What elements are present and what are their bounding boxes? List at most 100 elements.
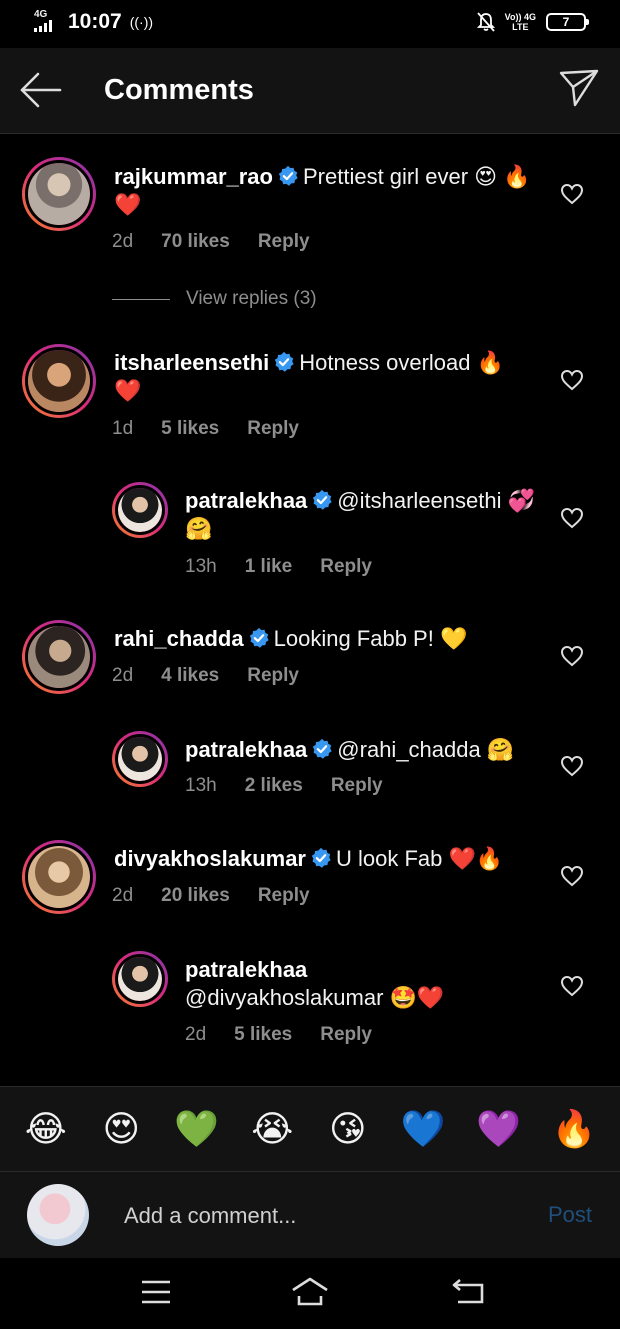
verified-badge-icon: [275, 351, 294, 372]
reply-button[interactable]: Reply: [331, 775, 383, 797]
heart-icon[interactable]: [560, 865, 584, 887]
comment-username[interactable]: patralekhaa: [185, 957, 307, 982]
clock: 10:07: [68, 10, 122, 33]
comment-username[interactable]: patralekhaa: [185, 488, 307, 513]
comment-likes[interactable]: 5 likes: [161, 418, 219, 440]
comment-time: 2d: [112, 665, 134, 686]
heart-icon[interactable]: [560, 645, 584, 667]
heart-icon[interactable]: [560, 507, 584, 529]
comment-time: 2d: [185, 1024, 207, 1045]
volte-line-1: Vo)) 4G: [504, 12, 536, 22]
menu-icon[interactable]: [136, 1276, 176, 1308]
comment-username[interactable]: patralekhaa: [185, 737, 307, 762]
avatar[interactable]: [112, 951, 168, 1007]
comment-username[interactable]: divyakhoslakumar: [114, 846, 306, 871]
avatar[interactable]: [22, 344, 96, 418]
volte-line-2: LTE: [512, 22, 529, 32]
home-icon[interactable]: [290, 1276, 330, 1308]
emoji-purple-heart[interactable]: 💜: [476, 1109, 522, 1149]
comment-username[interactable]: rahi_chadda: [114, 626, 244, 651]
view-replies-button[interactable]: View replies (3): [112, 288, 317, 310]
comment-text: @divyakhoslakumar 🤩❤️: [185, 985, 445, 1010]
reply-button[interactable]: Reply: [320, 556, 372, 578]
battery-icon: 7: [546, 13, 589, 31]
avatar[interactable]: [22, 157, 96, 231]
system-nav-bar: [0, 1258, 620, 1329]
comment-text-block: rajkummar_rao Prettiest girl ever 😍 🔥❤️: [114, 163, 534, 219]
reply-button[interactable]: Reply: [258, 231, 310, 253]
status-bar: 4G 10:07 ((·)) Vo)) 4G LTE 7: [0, 0, 620, 48]
emoji-kiss[interactable]: 😘: [325, 1109, 371, 1149]
post-button[interactable]: Post: [548, 1202, 592, 1228]
comment-meta: 2d 70 likes Reply: [112, 231, 310, 253]
comment-text-block: divyakhoslakumar U look Fab ❤️🔥: [114, 845, 534, 873]
avatar[interactable]: [22, 840, 96, 914]
comment-meta: 13h 2 likes Reply: [185, 775, 383, 797]
avatar[interactable]: [22, 620, 96, 694]
hotspot-icon: ((·)): [129, 14, 154, 30]
comment-time: 13h: [185, 775, 217, 796]
comment-time: 2d: [112, 885, 134, 906]
comment-text-block: rahi_chadda Looking Fabb P! 💛: [114, 625, 534, 653]
comment-likes[interactable]: 4 likes: [161, 665, 219, 687]
comment-time: 13h: [185, 556, 217, 577]
verified-badge-icon: [278, 165, 298, 186]
comment-time: 1d: [112, 418, 134, 439]
back-icon[interactable]: [448, 1276, 488, 1308]
comment-input[interactable]: [124, 1199, 504, 1233]
comment-text-block: patralekhaa @itsharleensethi 💞🤗: [185, 487, 540, 543]
verified-badge-icon: [313, 489, 332, 510]
comment-likes[interactable]: 5 likes: [234, 1024, 292, 1046]
avatar: [27, 1184, 89, 1246]
emoji-heart-eyes[interactable]: 😍: [98, 1109, 144, 1149]
comment-likes[interactable]: 70 likes: [161, 231, 230, 253]
app-header: Comments: [0, 48, 620, 134]
network-type: 4G: [34, 9, 48, 20]
bell-muted-icon: [476, 12, 495, 32]
avatar[interactable]: [112, 482, 168, 538]
comment-composer: Post: [0, 1172, 620, 1258]
emoji-joy[interactable]: 😂: [23, 1109, 69, 1149]
reply-button[interactable]: Reply: [247, 418, 299, 440]
comment-username[interactable]: rajkummar_rao: [114, 164, 273, 189]
page-title: Comments: [104, 74, 254, 106]
verified-badge-icon: [313, 738, 332, 759]
reply-button[interactable]: Reply: [247, 665, 299, 687]
comment-text: U look Fab ❤️🔥: [335, 846, 504, 871]
send-icon[interactable]: [558, 68, 600, 110]
volte-indicator: Vo)) 4G LTE: [505, 12, 536, 32]
reply-button[interactable]: Reply: [320, 1024, 372, 1046]
comment-meta: 2d 4 likes Reply: [112, 665, 299, 687]
comment-username[interactable]: itsharleensethi: [114, 350, 269, 375]
comment-meta: 13h 1 like Reply: [185, 556, 372, 578]
comment-text: Looking Fabb P! 💛: [273, 626, 468, 651]
comment-meta: 2d 20 likes Reply: [112, 885, 310, 907]
heart-icon[interactable]: [560, 369, 584, 391]
comment-time: 2d: [112, 231, 134, 252]
comment-text-block: patralekhaa @divyakhoslakumar 🤩❤️: [185, 956, 540, 1012]
verified-badge-icon: [249, 627, 269, 648]
comment-likes[interactable]: 2 likes: [245, 775, 303, 797]
heart-icon[interactable]: [560, 183, 584, 205]
comment-text: @rahi_chadda 🤗: [337, 737, 515, 762]
comment-text-block: patralekhaa @rahi_chadda 🤗: [185, 736, 540, 764]
comment-meta: 1d 5 likes Reply: [112, 418, 299, 440]
quick-emoji-bar: 😂 😍 💚 😭 😘 💙 💜 🔥: [0, 1086, 620, 1172]
reply-button[interactable]: Reply: [258, 885, 310, 907]
signal-icon: 4G: [34, 10, 60, 34]
comment-meta: 2d 5 likes Reply: [185, 1024, 372, 1046]
avatar[interactable]: [112, 731, 168, 787]
comment-list[interactable]: rajkummar_rao Prettiest girl ever 😍 🔥❤️ 2…: [0, 135, 620, 1085]
comment-text-block: itsharleensethi Hotness overload 🔥 ❤️: [114, 349, 534, 405]
comment-likes[interactable]: 20 likes: [161, 885, 230, 907]
emoji-crying[interactable]: 😭: [249, 1109, 295, 1149]
heart-icon[interactable]: [560, 755, 584, 777]
emoji-green-heart[interactable]: 💚: [174, 1109, 220, 1149]
arrow-left-icon[interactable]: [18, 70, 64, 110]
heart-icon[interactable]: [560, 975, 584, 997]
verified-badge-icon: [311, 847, 331, 868]
emoji-blue-heart[interactable]: 💙: [400, 1109, 446, 1149]
comment-likes[interactable]: 1 like: [245, 556, 293, 578]
emoji-fire[interactable]: 🔥: [551, 1109, 597, 1149]
view-replies-label: View replies (3): [186, 288, 317, 309]
